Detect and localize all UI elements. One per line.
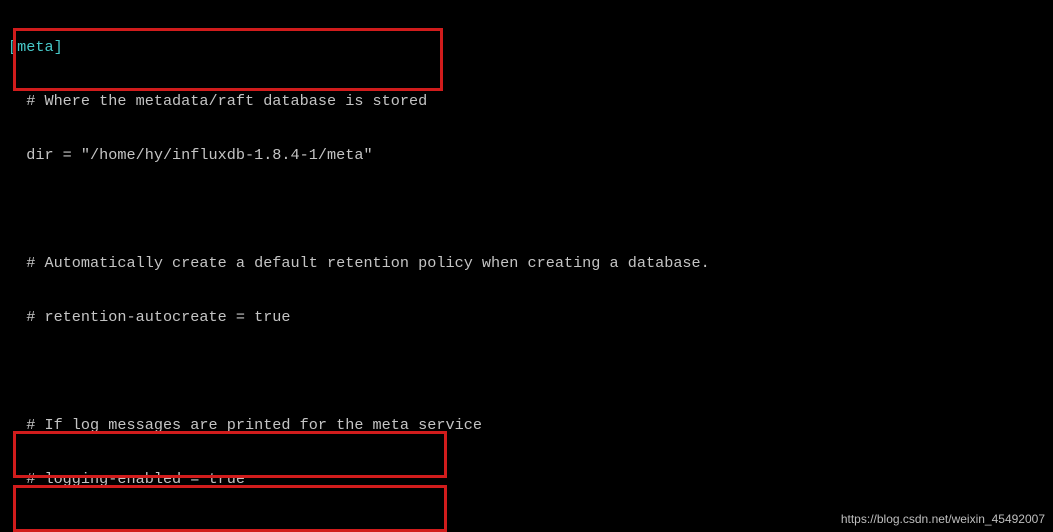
section-meta-header: [meta] — [0, 38, 1053, 56]
config-file-view: [meta] # Where the metadata/raft databas… — [0, 0, 1053, 532]
watermark-url: https://blog.csdn.net/weixin_45492007 — [841, 510, 1045, 528]
comment-meta-where: # Where the metadata/raft database is st… — [0, 92, 1053, 110]
comment-retention-autocreate: # retention-autocreate = true — [0, 308, 1053, 326]
blank-line — [0, 362, 1053, 380]
setting-meta-dir: dir = "/home/hy/influxdb-1.8.4-1/meta" — [0, 146, 1053, 164]
comment-logging-enabled: # logging-enabled = true — [0, 470, 1053, 488]
blank-line — [0, 200, 1053, 218]
comment-retention-desc: # Automatically create a default retenti… — [0, 254, 1053, 272]
comment-logging-desc: # If log messages are printed for the me… — [0, 416, 1053, 434]
